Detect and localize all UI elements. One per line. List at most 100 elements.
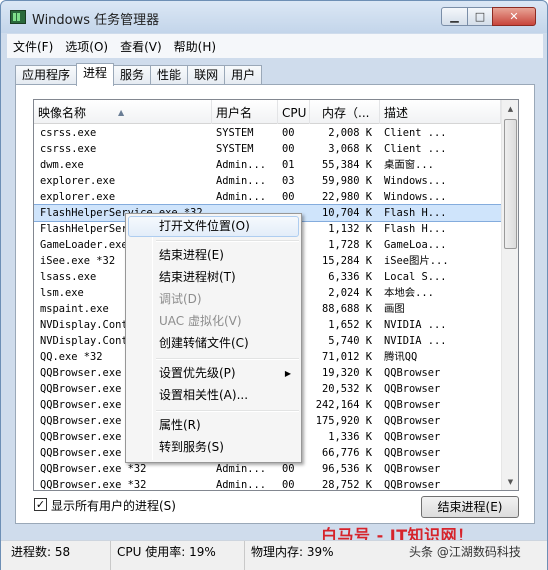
status-process-count: 进程数: 58	[7, 541, 111, 570]
process-description: Local S...	[384, 271, 447, 283]
process-memory: 22,980 K	[321, 191, 372, 203]
status-bar: 进程数: 58 CPU 使用率: 19% 物理内存: 39% 头条 @江湖数码科…	[1, 540, 547, 570]
process-description: NVIDIA ...	[384, 335, 447, 347]
process-description: Windows...	[384, 191, 447, 203]
process-row[interactable]: explorer.exe Admin... 00 22,980 K Windows...	[34, 189, 501, 205]
process-memory: 71,012 K	[321, 351, 372, 363]
process-row[interactable]: QQBrowser.exe *32 Admin... 00 28,752 K QQBro…	[34, 477, 501, 491]
process-memory: 55,384 K	[321, 159, 372, 171]
process-row[interactable]: csrss.exe SYSTEM 00 2,008 K Client ...	[34, 125, 501, 141]
vertical-scrollbar[interactable]: ▲ ▼	[501, 100, 518, 490]
process-memory: 1,652 K	[328, 319, 372, 331]
tab-networking[interactable]: 联网	[187, 65, 226, 85]
process-memory: 20,532 K	[321, 383, 372, 395]
menu-set-affinity[interactable]: 设置相关性(A)...	[128, 385, 299, 406]
menu-create-dump-file[interactable]: 创建转储文件(C)	[128, 333, 299, 354]
tab-strip: 应用程序 进程 服务 性能 联网 用户	[15, 63, 263, 86]
column-description[interactable]: 描述	[380, 100, 501, 124]
task-manager-icon	[10, 10, 26, 24]
menu-file[interactable]: 文件(F)	[7, 38, 59, 55]
tab-applications[interactable]: 应用程序	[15, 65, 78, 85]
scroll-down-icon[interactable]: ▼	[502, 473, 518, 490]
process-name: csrss.exe	[40, 143, 97, 155]
column-cpu[interactable]: CPU	[278, 100, 310, 124]
process-description: Client ...	[384, 143, 447, 155]
menu-bar: 文件(F) 选项(O) 查看(V) 帮助(H)	[7, 34, 543, 58]
process-description: QQBrowser	[384, 415, 441, 427]
show-all-users-label[interactable]: 显示所有用户的进程(S)	[51, 497, 176, 514]
process-user: SYSTEM	[216, 143, 254, 155]
close-button[interactable]: ✕	[492, 7, 536, 26]
process-cpu: 00	[282, 127, 295, 139]
process-memory: 66,776 K	[321, 447, 372, 459]
process-memory: 10,704 K	[321, 207, 372, 219]
end-process-button[interactable]: 结束进程(E)	[421, 496, 519, 518]
process-memory: 28,752 K	[321, 479, 372, 491]
menu-options[interactable]: 选项(O)	[59, 38, 114, 55]
menu-view[interactable]: 查看(V)	[114, 38, 168, 55]
tab-services[interactable]: 服务	[113, 65, 152, 85]
process-description: GameLoa...	[384, 239, 447, 251]
menu-uac-virtualization: UAC 虚拟化(V)	[159, 314, 242, 328]
process-row[interactable]: csrss.exe SYSTEM 00 3,068 K Client ...	[34, 141, 501, 157]
sort-ascending-icon: ▲	[118, 108, 125, 117]
process-memory: 242,164 K	[315, 399, 372, 411]
menu-debug: 调试(D)	[159, 292, 202, 306]
process-description: QQBrowser	[384, 463, 441, 475]
process-name: explorer.exe	[40, 191, 116, 203]
tab-performance[interactable]: 性能	[150, 65, 189, 85]
context-separator	[156, 240, 299, 242]
process-row[interactable]: explorer.exe Admin... 03 59,980 K Windows...	[34, 173, 501, 189]
maximize-button[interactable]: □	[467, 7, 493, 26]
process-description: 画图	[384, 303, 405, 315]
column-memory[interactable]: 内存（...	[310, 100, 380, 124]
menu-go-to-service[interactable]: 转到服务(S)	[128, 437, 299, 458]
minimize-button[interactable]: ▁	[441, 7, 468, 26]
process-user: Admin...	[216, 463, 267, 475]
show-all-users-checkbox[interactable]: ✓	[34, 498, 47, 511]
process-memory: 15,284 K	[321, 255, 372, 267]
process-description: QQBrowser	[384, 447, 441, 459]
process-description: 本地会...	[384, 287, 434, 299]
process-memory: 175,920 K	[315, 415, 372, 427]
menu-end-process-tree[interactable]: 结束进程树(T)	[128, 267, 299, 288]
menu-open-file-location[interactable]: 打开文件位置(O)	[128, 216, 299, 237]
process-memory: 6,336 K	[328, 271, 372, 283]
menu-set-priority[interactable]: 设置优先级(P) ▶	[128, 363, 299, 384]
context-separator	[156, 410, 299, 412]
process-description: Windows...	[384, 175, 447, 187]
process-user: Admin...	[216, 191, 267, 203]
scroll-thumb[interactable]	[504, 119, 517, 249]
tab-users[interactable]: 用户	[224, 65, 263, 85]
process-memory: 3,068 K	[328, 143, 372, 155]
process-memory: 1,336 K	[328, 431, 372, 443]
process-description: QQBrowser	[384, 383, 441, 395]
submenu-arrow-icon: ▶	[284, 369, 291, 378]
process-name: explorer.exe	[40, 175, 116, 187]
task-manager-window: Windows 任务管理器 ▁ □ ✕ 文件(F) 选项(O) 查看(V) 帮助…	[0, 0, 548, 570]
process-description: Flash H...	[384, 223, 447, 235]
process-description: QQBrowser	[384, 367, 441, 379]
menu-help[interactable]: 帮助(H)	[168, 38, 222, 55]
process-memory: 1,728 K	[328, 239, 372, 251]
column-image-name[interactable]: 映像名称 ▲	[34, 100, 212, 124]
process-memory: 2,024 K	[328, 287, 372, 299]
process-description: 桌面窗...	[384, 159, 434, 171]
process-cpu: 01	[282, 159, 295, 171]
process-description: QQBrowser	[384, 399, 441, 411]
menu-end-process[interactable]: 结束进程(E)	[128, 245, 299, 266]
process-row[interactable]: dwm.exe Admin... 01 55,384 K 桌面窗...	[34, 157, 501, 173]
process-row[interactable]: QQBrowser.exe *32 Admin... 00 96,536 K QQBro…	[34, 461, 501, 477]
process-user: SYSTEM	[216, 127, 254, 139]
process-name: QQBrowser.exe *32	[40, 463, 147, 475]
title-bar[interactable]: Windows 任务管理器 ▁ □ ✕	[1, 1, 547, 33]
tab-processes[interactable]: 进程	[76, 63, 115, 86]
scroll-up-icon[interactable]: ▲	[502, 100, 518, 117]
menu-properties[interactable]: 属性(R)	[128, 415, 299, 436]
process-cpu: 00	[282, 143, 295, 155]
process-description: Flash H...	[384, 207, 447, 219]
context-menu: 打开文件位置(O) 结束进程(E) 结束进程树(T) 调试(D) UAC 虚拟化…	[125, 213, 302, 463]
status-physical-memory: 物理内存: 39%	[251, 545, 334, 559]
column-user-name[interactable]: 用户名	[212, 100, 278, 124]
process-memory: 5,740 K	[328, 335, 372, 347]
